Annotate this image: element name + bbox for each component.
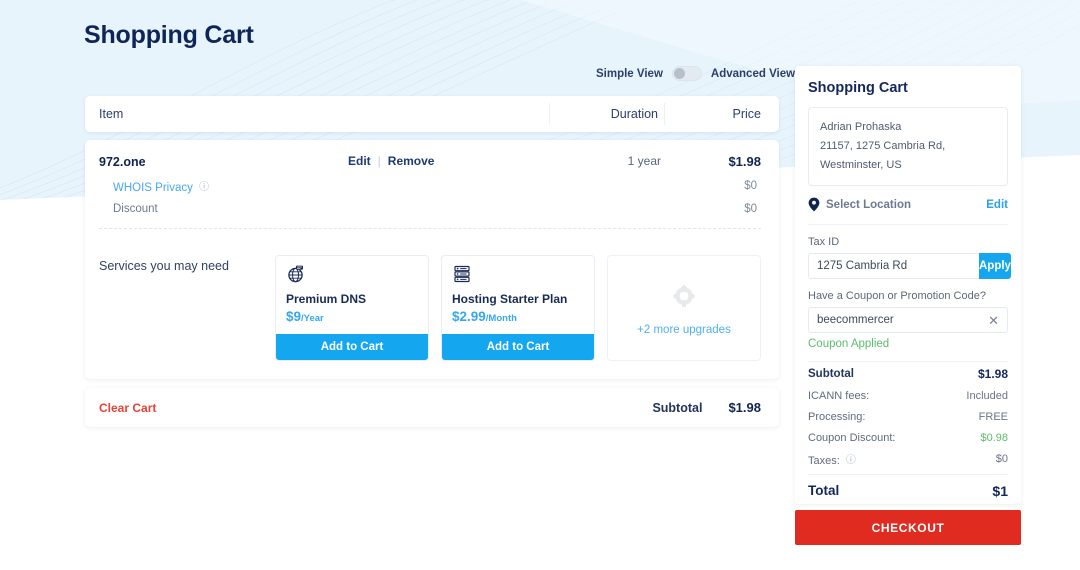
cart-column: Item Duration Price 972.one Edit | Remov… xyxy=(85,96,779,427)
gear-icon xyxy=(669,281,699,316)
whois-privacy-label[interactable]: WHOIS Privacy xyxy=(113,182,193,194)
action-separator: | xyxy=(378,154,381,168)
total-label: Total xyxy=(808,483,992,498)
item-divider xyxy=(99,228,761,229)
upsell-section: Services you may need xyxy=(85,239,779,379)
order-summary-panel: Shopping Cart Adrian Prohaska 21157, 127… xyxy=(795,66,1021,504)
summary-label: ICANN fees: xyxy=(808,390,966,402)
cart-table-header: Item Duration Price xyxy=(85,96,779,132)
summary-label: Taxes: xyxy=(808,455,840,467)
add-to-cart-button-premium-dns[interactable]: Add to Cart xyxy=(276,334,428,360)
close-icon[interactable]: ✕ xyxy=(988,314,999,327)
remove-item-link[interactable]: Remove xyxy=(388,154,435,168)
summary-value: $1.98 xyxy=(978,367,1008,381)
summary-row-icann-fees: ICANN fees: Included xyxy=(808,385,1008,406)
server-icon xyxy=(452,264,584,286)
column-header-item: Item xyxy=(85,107,549,121)
summary-value: $0 xyxy=(996,453,1008,465)
globe-dns-icon xyxy=(286,264,418,286)
summary-label: Processing: xyxy=(808,411,979,423)
help-icon[interactable]: ⓘ xyxy=(846,451,856,466)
upsell-card-price: $9/Year xyxy=(286,309,418,324)
address-city: Westminster, US xyxy=(820,156,996,175)
discount-label: Discount xyxy=(99,203,661,215)
upsell-price-amount: $2.99 xyxy=(452,309,486,324)
summary-row-taxes: Taxes: ⓘ $0 xyxy=(808,448,1008,469)
cart-item-subrow: Discount $0 xyxy=(99,203,761,215)
checkout-button[interactable]: CHECKOUT xyxy=(795,510,1021,545)
cart-item-duration: 1 year xyxy=(556,154,661,168)
upsell-price-period: /Year xyxy=(301,313,324,324)
upsell-card-name: Hosting Starter Plan xyxy=(452,292,584,306)
tax-id-row: Apply xyxy=(808,253,1008,279)
map-pin-icon xyxy=(808,197,820,212)
summary-value: $0.98 xyxy=(980,432,1008,444)
cart-footer: Clear Cart Subtotal $1.98 xyxy=(85,388,779,427)
column-header-price: Price xyxy=(664,103,779,125)
cart-item-actions: Edit | Remove xyxy=(336,154,556,168)
cart-item-price: $1.98 xyxy=(661,154,761,169)
view-mode-switch[interactable] xyxy=(672,66,702,81)
summary-row-subtotal: Subtotal $1.98 xyxy=(808,362,1008,385)
upsell-card-list: Premium DNS $9/Year Add to Cart xyxy=(275,255,761,361)
upsell-card-premium-dns[interactable]: Premium DNS $9/Year Add to Cart xyxy=(275,255,429,361)
coupon-input[interactable] xyxy=(817,314,988,326)
upsell-card-price: $2.99/Month xyxy=(452,309,584,324)
upsell-price-period: /Month xyxy=(486,313,517,324)
add-to-cart-button-hosting-starter-plan[interactable]: Add to Cart xyxy=(442,334,594,360)
coupon-input-row: ✕ xyxy=(808,307,1008,333)
clear-cart-button[interactable]: Clear Cart xyxy=(99,401,652,415)
summary-value: Included xyxy=(966,390,1008,402)
view-mode-toggle-group[interactable]: Simple View Advanced View xyxy=(596,66,795,81)
summary-panel-title: Shopping Cart xyxy=(808,80,1008,96)
tax-id-input[interactable] xyxy=(808,253,979,279)
summary-row-coupon-discount: Coupon Discount: $0.98 xyxy=(808,427,1008,448)
select-location-label[interactable]: Select Location xyxy=(826,199,986,211)
advanced-view-label[interactable]: Advanced View xyxy=(711,68,795,80)
footer-subtotal-value: $1.98 xyxy=(728,400,761,415)
address-street: 21157, 1275 Cambria Rd, xyxy=(820,137,996,156)
whois-privacy-row[interactable]: WHOIS Privacy ⓘ xyxy=(99,178,661,194)
summary-row-processing: Processing: FREE xyxy=(808,406,1008,427)
simple-view-label[interactable]: Simple View xyxy=(596,68,663,80)
cart-item-name: 972.one xyxy=(99,154,336,169)
page-title: Shopping Cart xyxy=(84,21,254,50)
apply-tax-id-button[interactable]: Apply xyxy=(979,253,1011,279)
cart-item-subrow: WHOIS Privacy ⓘ $0 xyxy=(99,178,761,194)
summary-value: FREE xyxy=(979,411,1008,423)
footer-subtotal-label: Subtotal xyxy=(652,401,702,415)
column-header-duration: Duration xyxy=(549,103,664,125)
edit-location-link[interactable]: Edit xyxy=(986,199,1008,211)
cart-item-main-line: 972.one Edit | Remove 1 year $1.98 xyxy=(99,154,761,169)
coupon-label: Have a Coupon or Promotion Code? xyxy=(808,290,1008,302)
shopping-cart-page: Shopping Cart Simple View Advanced View … xyxy=(0,0,1080,570)
coupon-status-text: Coupon Applied xyxy=(808,338,1008,362)
upsell-card-body: Premium DNS $9/Year xyxy=(276,256,428,334)
discount-price: $0 xyxy=(661,203,761,215)
address-name: Adrian Prohaska xyxy=(820,118,996,137)
more-upgrades-label[interactable]: +2 more upgrades xyxy=(637,324,731,336)
help-icon[interactable]: ⓘ xyxy=(199,178,209,193)
upsell-section-title: Services you may need xyxy=(99,255,275,361)
upsell-price-amount: $9 xyxy=(286,309,301,324)
upsell-card-name: Premium DNS xyxy=(286,292,418,306)
summary-label-wrap: Taxes: ⓘ xyxy=(808,451,996,467)
upsell-card-body: Hosting Starter Plan $2.99/Month xyxy=(442,256,594,334)
total-value: $1 xyxy=(992,483,1008,499)
tax-id-label: Tax ID xyxy=(808,236,1008,248)
select-location-row: Select Location Edit xyxy=(808,197,1008,225)
summary-label: Coupon Discount: xyxy=(808,432,980,444)
upsell-card-hosting-starter-plan[interactable]: Hosting Starter Plan $2.99/Month Add to … xyxy=(441,255,595,361)
summary-row-total: Total $1 xyxy=(808,474,1008,504)
switch-knob xyxy=(674,68,685,79)
summary-label: Subtotal xyxy=(808,368,978,380)
whois-privacy-price: $0 xyxy=(661,180,761,192)
billing-address-box: Adrian Prohaska 21157, 1275 Cambria Rd, … xyxy=(808,107,1008,186)
edit-item-link[interactable]: Edit xyxy=(348,154,371,168)
more-upgrades-card[interactable]: +2 more upgrades xyxy=(607,255,761,361)
cart-items-card: 972.one Edit | Remove 1 year $1.98 WHOIS… xyxy=(85,140,779,379)
cart-item-row: 972.one Edit | Remove 1 year $1.98 WHOIS… xyxy=(85,140,779,239)
